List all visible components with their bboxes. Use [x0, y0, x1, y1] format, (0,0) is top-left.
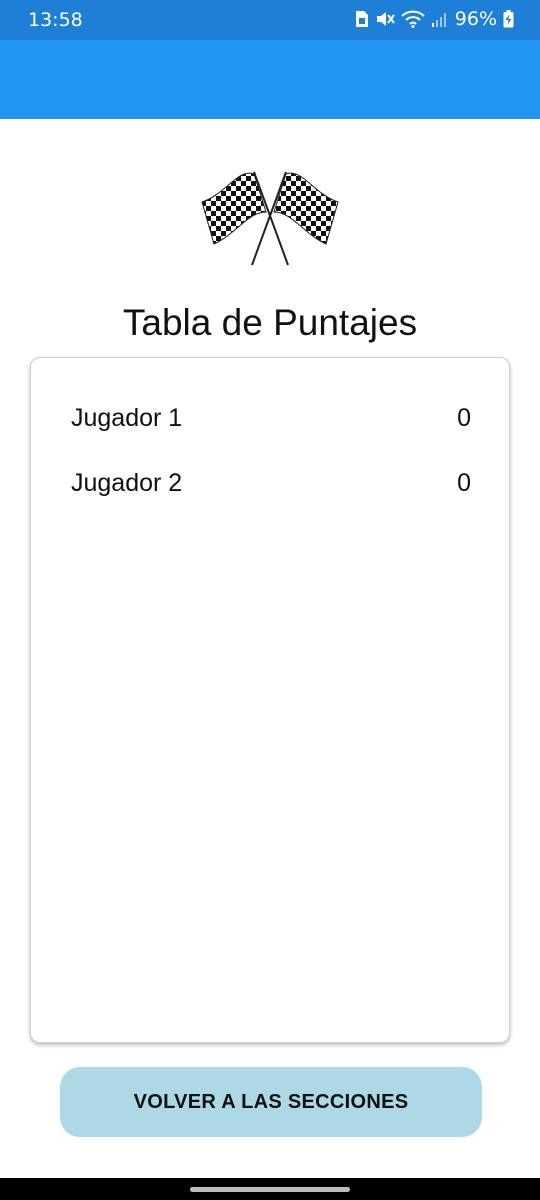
- player-score: 0: [457, 469, 471, 497]
- status-bar: 13:58 96%: [0, 0, 540, 40]
- battery-charging-icon: [503, 10, 514, 28]
- system-nav-bar: [0, 1178, 540, 1200]
- home-gesture-handle[interactable]: [190, 1187, 350, 1192]
- app-bar: [0, 40, 540, 119]
- signal-icon: [431, 13, 446, 27]
- sim-icon: [355, 11, 368, 27]
- back-to-sections-button[interactable]: VOLVER A LAS SECCIONES: [60, 1067, 482, 1137]
- table-row: Jugador 2 0: [71, 469, 471, 503]
- score-table: Jugador 1 0 Jugador 2 0: [30, 357, 510, 1043]
- player-score: 0: [457, 404, 471, 432]
- battery-percent: 96%: [454, 8, 497, 30]
- mute-icon: [376, 12, 395, 26]
- page-title: Tabla de Puntajes: [122, 302, 418, 343]
- player-name: Jugador 1: [71, 404, 183, 432]
- status-time: 13:58: [28, 9, 83, 31]
- table-row: Jugador 1 0: [71, 404, 471, 438]
- player-name: Jugador 2: [71, 469, 183, 497]
- status-icons: 96%: [355, 8, 514, 30]
- wifi-icon: [401, 10, 425, 28]
- checkered-flags-icon: [201, 171, 339, 266]
